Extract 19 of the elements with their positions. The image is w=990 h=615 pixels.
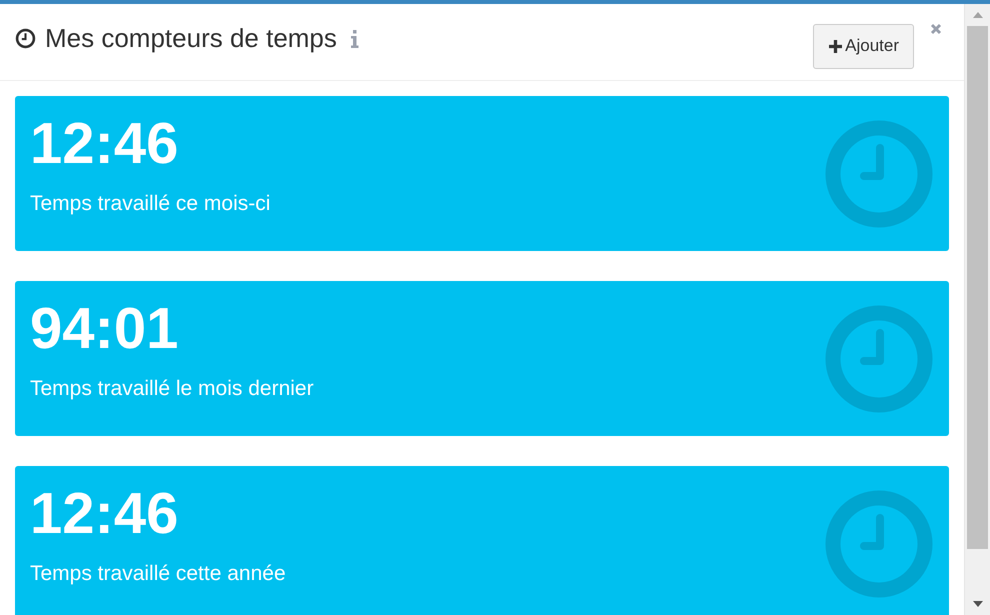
add-button[interactable]: Ajouter xyxy=(813,24,914,68)
counter-value: 12:46 xyxy=(30,480,180,548)
counter-label: Temps travaillé cette année xyxy=(30,562,286,586)
counter-label: Temps travaillé le mois dernier xyxy=(30,377,314,401)
scrollbar-thumb[interactable] xyxy=(967,26,988,549)
counter-value: 94:01 xyxy=(30,295,180,363)
clock-icon xyxy=(15,28,36,49)
clock-icon xyxy=(824,304,934,414)
clock-icon xyxy=(824,488,934,598)
plus-icon xyxy=(829,40,842,52)
clock-icon xyxy=(824,118,934,228)
counter-value: 12:46 xyxy=(30,110,180,178)
panel-title: Mes compteurs de temps xyxy=(45,23,337,54)
close-icon[interactable] xyxy=(930,23,942,35)
info-icon[interactable] xyxy=(350,30,359,48)
scrollbar[interactable] xyxy=(964,4,990,615)
scroll-down-icon[interactable] xyxy=(972,601,982,607)
scroll-up-icon[interactable] xyxy=(972,12,982,18)
counter-label: Temps travaillé ce mois-ci xyxy=(30,192,270,216)
